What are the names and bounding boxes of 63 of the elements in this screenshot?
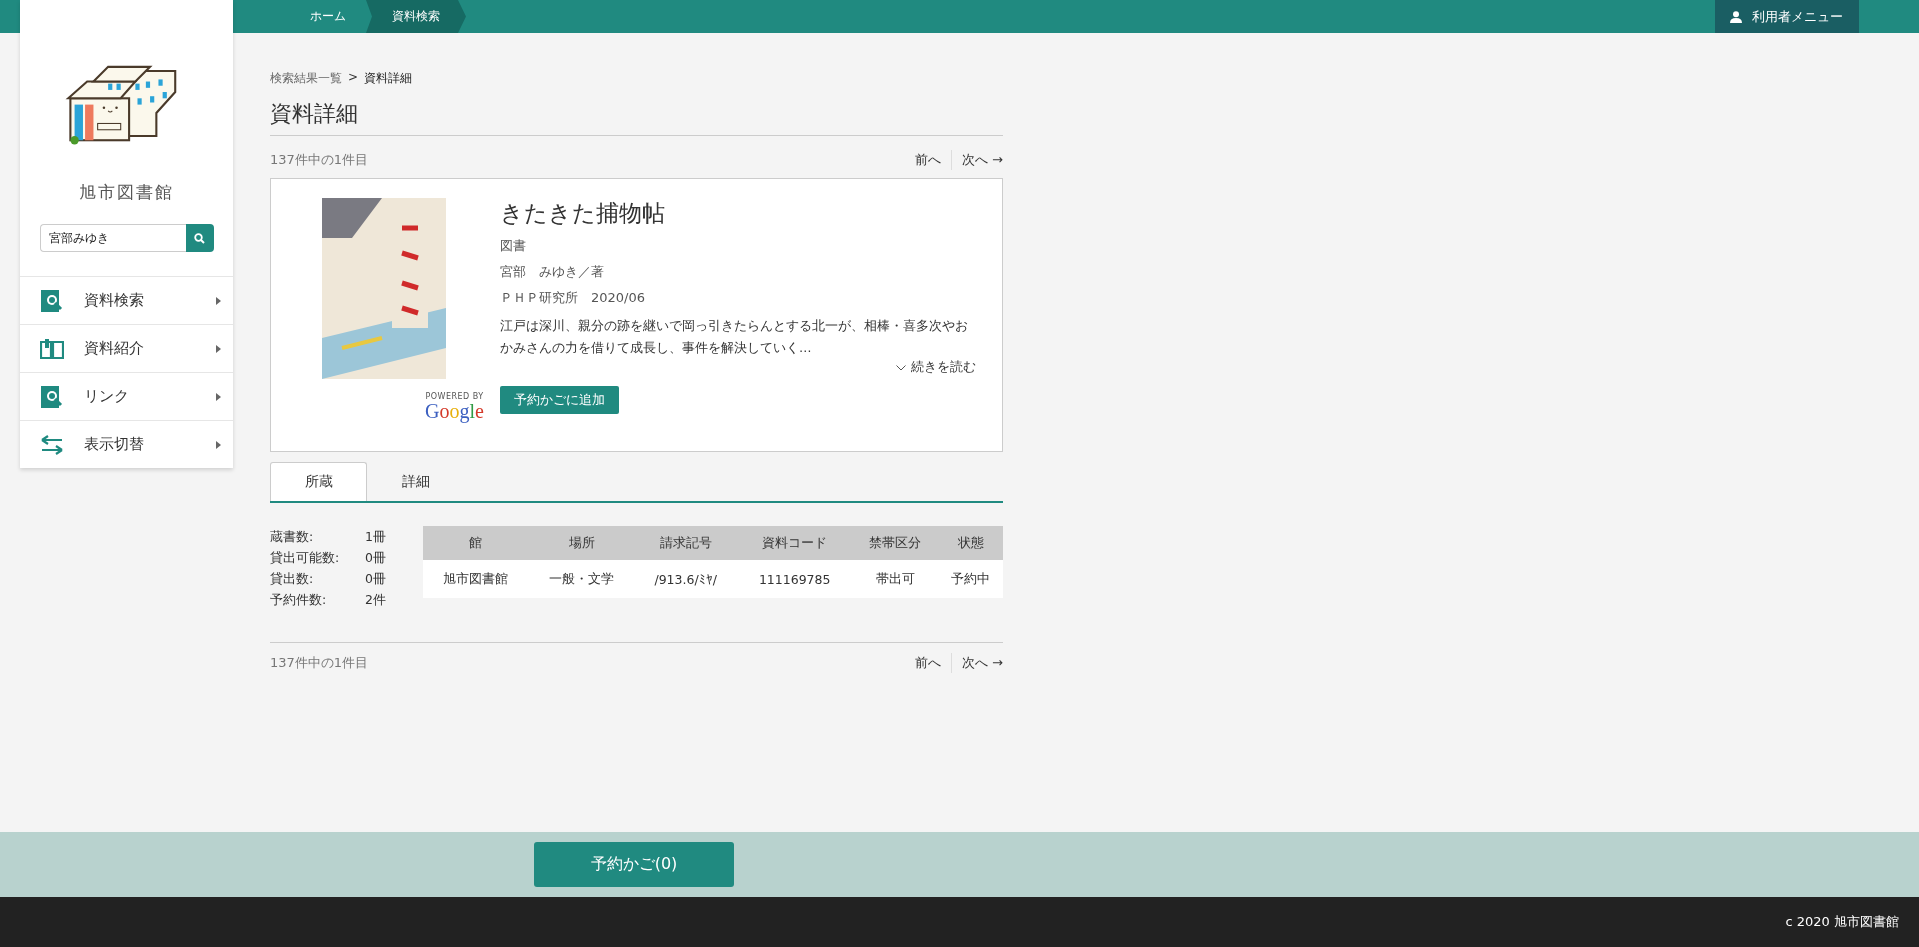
breadcrumb-current: 資料詳細 <box>364 70 413 87</box>
sidebar-menu-item[interactable]: リンク <box>20 372 233 420</box>
search-button[interactable] <box>185 224 214 252</box>
result-count: 137件中の1件目 <box>270 654 370 672</box>
book-search-icon <box>40 289 64 312</box>
open-book-icon <box>40 338 64 359</box>
copyright-text: c 2020 旭市図書館 <box>1785 913 1899 931</box>
stat-label: 予約件数: <box>270 591 328 609</box>
sidebar-menu-item[interactable]: 資料紹介 <box>20 324 233 372</box>
previous-link[interactable]: 前へ <box>904 654 951 672</box>
read-more-link[interactable]: 続きを読む <box>896 359 976 376</box>
tab[interactable]: 所蔵 <box>270 462 367 501</box>
next-link[interactable]: 次へ → <box>951 654 1003 672</box>
breadcrumb-link[interactable]: 検索結果一覧 <box>270 70 342 87</box>
book-title: きたきた捕物帖 <box>500 199 666 228</box>
breadcrumb-link[interactable]: 資料検索 <box>366 0 466 33</box>
table-cell: 予約中 <box>938 560 1003 598</box>
caret-icon <box>216 440 221 449</box>
powered-by-google-logo: POWERED BY Google <box>425 393 484 421</box>
tab[interactable]: 詳細 <box>367 462 464 501</box>
column-header: 資料コード <box>736 526 853 560</box>
table-cell: 旭市図書館 <box>423 560 529 598</box>
caret-icon <box>216 344 221 353</box>
column-header: 禁帯区分 <box>852 526 939 560</box>
stat-value: 1冊 <box>365 528 386 546</box>
table-cell: 111169785 <box>736 560 853 598</box>
user-menu-button[interactable]: 利用者メニュー <box>1715 0 1859 33</box>
table-cell: 一般・文学 <box>528 560 635 598</box>
column-header: 状態 <box>938 526 1003 560</box>
previous-link[interactable]: 前へ <box>904 151 951 169</box>
sidebar-menu-item[interactable]: 資料検索 <box>20 276 233 324</box>
stat-label: 蔵書数: <box>270 528 315 546</box>
stat-value: 0冊 <box>365 549 386 567</box>
book-author: 宮部 みゆき／著 <box>500 263 605 281</box>
stat-label: 貸出数: <box>270 570 315 588</box>
breadcrumb-separator: > <box>348 70 359 86</box>
search-icon <box>194 232 205 244</box>
search-field[interactable]: 宮部みゆき <box>39 224 186 252</box>
swap-arrows-icon <box>40 434 64 455</box>
sidebar-menu-item[interactable]: 表示切替 <box>20 420 233 468</box>
stat-value: 2件 <box>365 591 386 609</box>
caret-icon <box>216 392 221 401</box>
book-description: 江戸は深川、親分の跡を継いで岡っ引きたらんとする北一が、相棒・喜多次やおかみさんの力を借りて成長し、事件を解決していく… <box>500 317 969 357</box>
add-to-cart-button[interactable]: 予約かごに追加 <box>500 386 619 414</box>
reservation-cart-button[interactable]: 予約かご(0) <box>534 842 734 887</box>
book-publisher: ＰＨＰ研究所 2020/06 <box>500 289 646 307</box>
material-type: 図書 <box>500 237 527 255</box>
table-cell: 帯出可 <box>852 560 939 598</box>
table-cell: /913.6/ﾐﾔ/ <box>634 560 737 598</box>
result-count: 137件中の1件目 <box>270 151 370 169</box>
breadcrumb-link[interactable]: ホーム <box>290 0 366 33</box>
column-header: 館 <box>423 526 529 560</box>
next-link[interactable]: 次へ → <box>951 151 1003 169</box>
chevron-down-icon <box>896 364 906 371</box>
page-title: 資料詳細 <box>270 99 1003 136</box>
user-icon <box>1730 10 1742 23</box>
library-name: 旭市図書館 <box>79 181 174 204</box>
column-header: 請求記号 <box>634 526 737 560</box>
stat-label: 貸出可能数: <box>270 549 341 567</box>
caret-icon <box>216 296 221 305</box>
book-search-icon <box>40 385 64 408</box>
column-header: 場所 <box>528 526 635 560</box>
stat-value: 0冊 <box>365 570 386 588</box>
